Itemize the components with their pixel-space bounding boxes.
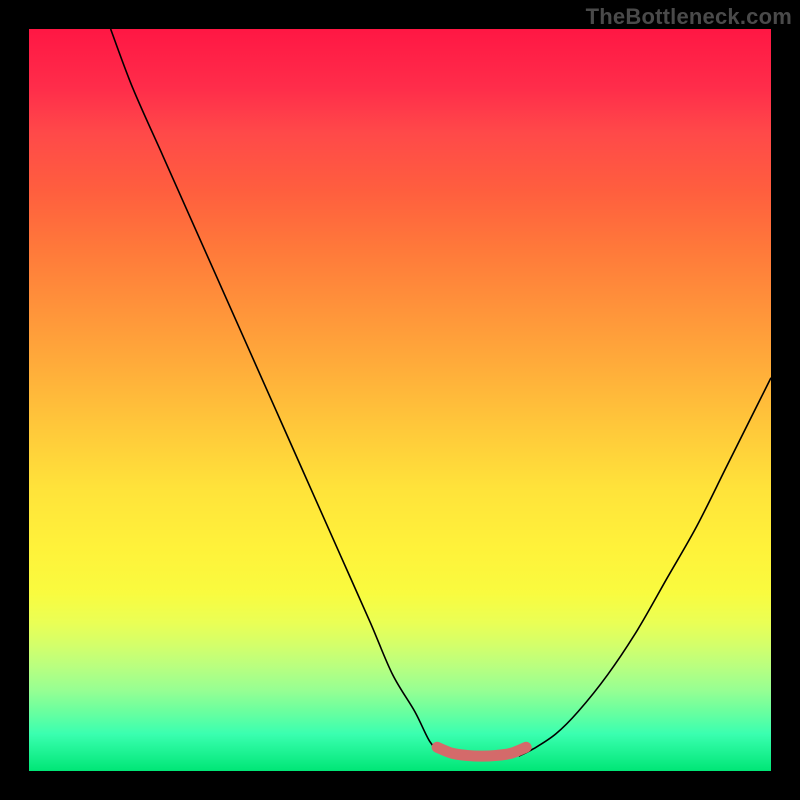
bottleneck-curve-right [519,378,771,756]
bottleneck-curve-left [111,29,452,756]
optimal-band [437,747,526,756]
plot-area [29,29,771,771]
chart-stage: TheBottleneck.com [0,0,800,800]
watermark-text: TheBottleneck.com [586,4,792,30]
curve-layer [29,29,771,771]
